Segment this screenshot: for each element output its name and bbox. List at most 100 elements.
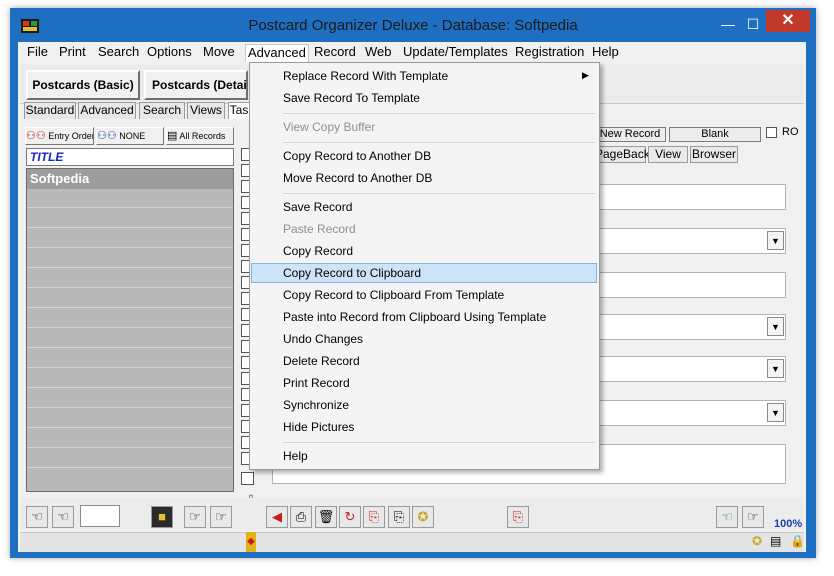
all-records-button[interactable]: ▤ All Records (166, 127, 234, 145)
document-icon: ▤ (770, 534, 782, 548)
view-basic-button[interactable]: Postcards (Basic) (26, 70, 140, 100)
maximize-button[interactable]: ☐ (741, 14, 765, 34)
list-row-divider (27, 447, 233, 448)
list-row-divider (27, 267, 233, 268)
menu-options[interactable]: Options (145, 44, 194, 62)
chevron-down-icon[interactable]: ▼ (767, 231, 784, 250)
menu-print[interactable]: Print (57, 44, 88, 62)
copy-record-icon[interactable]: ⎘ (363, 506, 385, 528)
list-row-divider (27, 427, 233, 428)
menu-separator (283, 142, 595, 143)
app-logo-icon[interactable]: ■ (151, 506, 173, 528)
zoom-level: 100% (774, 518, 803, 530)
ro-checkbox[interactable] (766, 127, 777, 138)
menu-item-copy-record-to-clipboard[interactable]: Copy Record to Clipboard (283, 263, 421, 283)
menu-record[interactable]: Record (312, 44, 358, 62)
list-row-divider (27, 287, 233, 288)
menu-advanced[interactable]: Advanced (245, 44, 309, 62)
menu-separator (283, 113, 595, 114)
menu-registration[interactable]: Registration (513, 44, 586, 62)
menu-item-copy-record[interactable]: Copy Record (283, 241, 353, 261)
menu-item-paste-record[interactable]: Paste Record (283, 219, 356, 239)
close-button[interactable]: ✕ (766, 10, 810, 32)
menu-item-print-record[interactable]: Print Record (283, 373, 350, 393)
tab-pageback[interactable]: PageBack (594, 146, 650, 163)
menu-update-templates[interactable]: Update/Templates (401, 44, 510, 62)
chevron-down-icon[interactable]: ▼ (767, 359, 784, 378)
none-sort-button[interactable]: ⚇⚇ NONE (96, 127, 164, 145)
status-bar (20, 532, 804, 552)
list-row-divider (27, 407, 233, 408)
list-row-divider (27, 207, 233, 208)
template-icon[interactable]: ⎘ (507, 506, 529, 528)
tab-browser[interactable]: Browser (690, 146, 738, 163)
lightbulb-icon[interactable]: ✪ (412, 506, 434, 528)
chevron-down-icon[interactable]: ▼ (767, 317, 784, 336)
menu-item-copy-record-to-clipboard-from-template[interactable]: Copy Record to Clipboard From Template (283, 285, 504, 305)
menu-item-save-record-to-template[interactable]: Save Record To Template (283, 88, 420, 108)
exit-icon[interactable]: ☜ (716, 506, 738, 528)
chevron-down-icon[interactable]: ▼ (767, 403, 784, 422)
print-icon[interactable]: ⎙ (290, 506, 312, 528)
menu-web[interactable]: Web (363, 44, 394, 62)
list-row-divider (27, 367, 233, 368)
menu-move[interactable]: Move (201, 44, 237, 62)
menu-item-paste-into-record-from-clipboard[interactable]: Paste into Record from Clipboard Using T… (283, 307, 546, 327)
tab-advanced[interactable]: Advanced (78, 102, 136, 119)
lightbulb-icon: ✪ (752, 534, 763, 548)
status-indicator-icon: ◆ (246, 532, 256, 552)
menu-help[interactable]: Help (590, 44, 621, 62)
prev-record-icon[interactable]: ☜ (52, 506, 74, 528)
record-number-input[interactable] (80, 505, 120, 527)
menu-item-move-record-to-another-db[interactable]: Move Record to Another DB (283, 168, 432, 188)
list-row-divider (27, 347, 233, 348)
menu-item-replace-record-with-template[interactable]: Replace Record With Template (283, 66, 448, 86)
alpha-index-button[interactable] (241, 472, 254, 485)
submenu-arrow-icon: ▶ (582, 70, 589, 80)
menu-item-delete-record[interactable]: Delete Record (283, 351, 360, 371)
list-item-selected[interactable]: Softpedia (27, 169, 233, 189)
last-record-icon[interactable]: ☞ (210, 506, 232, 528)
menu-item-view-copy-buffer[interactable]: View Copy Buffer (283, 117, 375, 137)
list-row-divider (27, 327, 233, 328)
menu-search[interactable]: Search (96, 44, 141, 62)
window-title: Postcard Organizer Deluxe - Database: So… (248, 17, 578, 34)
menu-item-synchronize[interactable]: Synchronize (283, 395, 349, 415)
record-list[interactable] (26, 168, 234, 492)
menu-separator (283, 442, 595, 443)
toggle-icon[interactable]: ☞ (742, 506, 764, 528)
list-row-divider (27, 387, 233, 388)
none-label: NONE (119, 131, 146, 141)
tab-search[interactable]: Search (139, 102, 185, 119)
menu-item-copy-record-to-another-db[interactable]: Copy Record to Another DB (283, 146, 431, 166)
back-arrow-icon[interactable]: ◀ (266, 506, 288, 528)
menu-item-help[interactable]: Help (283, 446, 308, 466)
people-icon: ⚇⚇ (26, 130, 46, 142)
refresh-icon[interactable]: ↻ (339, 506, 361, 528)
menu-file[interactable]: File (25, 44, 50, 62)
lock-icon: 🔒 (790, 534, 805, 548)
menu-item-hide-pictures[interactable]: Hide Pictures (283, 417, 354, 437)
records-icon: ▤ (167, 130, 178, 142)
first-record-icon[interactable]: ☜ (26, 506, 48, 528)
ro-label: RO (782, 126, 799, 138)
list-row-divider (27, 467, 233, 468)
tab-standard[interactable]: Standard (24, 102, 76, 119)
menu-item-undo-changes[interactable]: Undo Changes (283, 329, 363, 349)
menu-item-save-record[interactable]: Save Record (283, 197, 352, 217)
entry-order-label: Entry Order (48, 131, 94, 141)
view-detailed-button[interactable]: Postcards (Detaile (144, 70, 248, 100)
people-icon: ⚇⚇ (97, 130, 117, 142)
blank-button[interactable]: Blank (669, 127, 761, 142)
trash-icon[interactable]: 🗑 (315, 506, 337, 528)
entry-order-button[interactable]: ⚇⚇ Entry Order (25, 127, 94, 145)
tab-tasks[interactable]: Tas (228, 102, 250, 119)
minimize-button[interactable]: — (716, 14, 740, 34)
tab-views[interactable]: Views (187, 102, 225, 119)
list-row-divider (27, 247, 233, 248)
tab-view[interactable]: View (648, 146, 688, 163)
next-record-icon[interactable]: ☞ (184, 506, 206, 528)
new-record-button[interactable]: New Record (594, 127, 666, 142)
list-column-header[interactable]: TITLE (26, 148, 234, 166)
paste-record-icon[interactable]: ⎘ (388, 506, 410, 528)
